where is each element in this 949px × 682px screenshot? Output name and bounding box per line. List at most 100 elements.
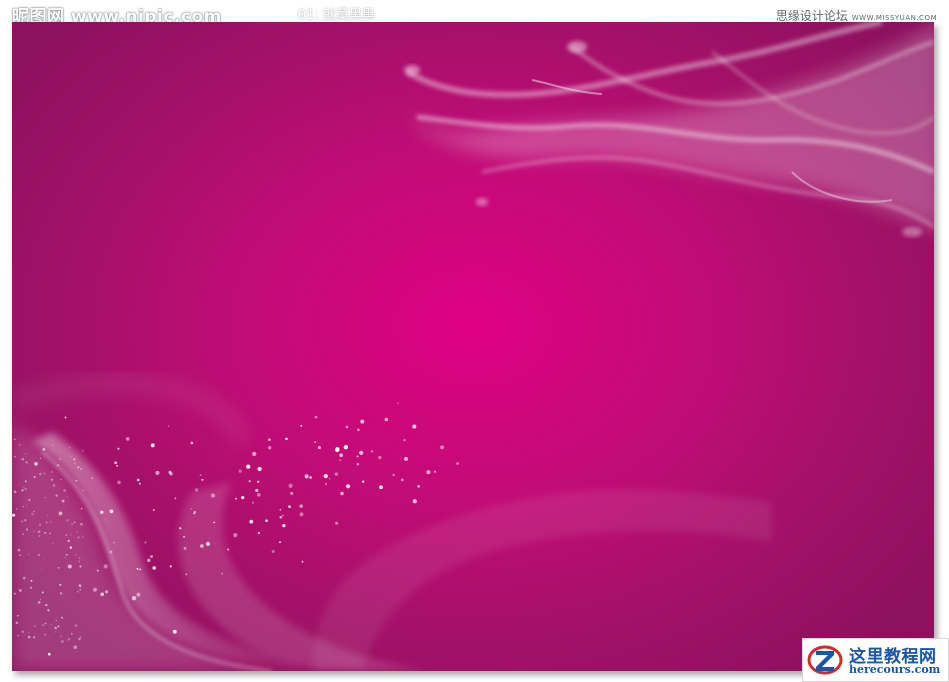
speckle-dot: [59, 592, 63, 595]
speckle-dot: [33, 625, 36, 628]
speckle-dot: [59, 458, 61, 460]
speckle-dot: [45, 521, 48, 524]
sparkle-dot: [105, 519, 107, 521]
speckle-dot: [77, 536, 80, 539]
sparkle-dot: [323, 473, 328, 479]
sparkle-dot: [210, 493, 216, 498]
speckle-dot: [81, 536, 84, 538]
speckle-dot: [38, 535, 41, 537]
speckle-dot: [75, 479, 78, 482]
speckle-dot: [52, 542, 54, 544]
sparkle-dot: [299, 512, 304, 517]
sparkle-dot: [249, 519, 254, 524]
sparkle-dot: [41, 591, 44, 594]
sparkle-dot: [279, 509, 282, 511]
speckle-dot: [39, 457, 42, 460]
speckle-dot: [43, 472, 46, 475]
sparkle-dot: [155, 470, 160, 475]
speckle-dot: [24, 519, 27, 522]
speckle-dot: [24, 480, 27, 483]
speckle-dot: [78, 560, 80, 563]
sparkle-dot: [174, 497, 177, 500]
sparkle-dot: [152, 508, 155, 512]
speckle-dot: [55, 494, 58, 497]
speckle-dot: [67, 637, 71, 641]
speckle-dot: [37, 530, 41, 534]
sparkle-dot: [268, 446, 272, 450]
speckle-dot: [46, 604, 48, 606]
sparkle-dot: [440, 445, 445, 450]
sparkle-dot: [14, 438, 16, 440]
wave-swoosh-bottom-left: [12, 373, 772, 671]
sparkle-dot: [183, 535, 186, 538]
sparkle-dot: [34, 461, 38, 466]
speckle-dot: [17, 548, 21, 552]
speckle-dot: [16, 614, 19, 617]
sparkle-dot: [125, 437, 130, 441]
sparkle-dot: [392, 473, 395, 477]
speckle-dot: [24, 453, 27, 455]
sparkle-dot: [433, 470, 437, 473]
sparkle-dot: [139, 568, 142, 571]
sparkle-dot: [201, 478, 204, 481]
speckle-dot: [44, 622, 47, 625]
sparkle-dot: [168, 470, 172, 474]
speckle-dot: [82, 450, 84, 452]
sparkle-dot: [30, 579, 33, 582]
sparkle-dot: [271, 549, 275, 554]
speckle-dot: [13, 592, 17, 595]
sparkle-dot: [190, 508, 193, 510]
sparkle-dot: [384, 417, 389, 422]
sparkle-dot: [241, 495, 245, 500]
sparkle-dot: [109, 509, 114, 514]
sparkle-dot: [285, 437, 288, 441]
speckle-dot: [29, 586, 33, 589]
speckle-dot: [18, 443, 21, 446]
sparkle-dot: [246, 464, 251, 469]
missyuan-watermark-en: WWW.MISSYUAN.COM: [851, 14, 937, 22]
sparkle-dot: [379, 485, 383, 490]
sparkle-dot: [257, 493, 261, 497]
speckle-dot: [57, 566, 60, 569]
top-watermark-strip: 昵图网 www.nipic.com 01: 就莫黑黑 思缘设计论坛 WWW.MI…: [0, 0, 949, 27]
sparkle-dot: [105, 590, 109, 594]
sparkle-dot: [417, 485, 420, 488]
speckle-dot: [50, 623, 53, 626]
speckle-dot: [39, 472, 42, 476]
sparkle-dot: [199, 474, 202, 476]
speckle-dot: [22, 576, 26, 580]
speckle-dot: [28, 499, 31, 501]
speckle-dot: [42, 448, 46, 451]
speckle-dot: [73, 521, 76, 524]
speckle-dot: [44, 497, 46, 499]
sparkle-dot: [400, 478, 404, 482]
speckle-dot: [69, 455, 72, 457]
sparkle-dot: [179, 527, 182, 530]
speckle-dot: [79, 588, 82, 591]
sparkle-dot: [412, 499, 417, 504]
sparkle-dot: [359, 450, 364, 456]
sparkle-dot: [314, 441, 317, 444]
sparkle-dot: [403, 438, 406, 442]
speckle-dot: [16, 508, 18, 510]
speckle-dot: [69, 447, 71, 449]
sparkle-dot: [288, 505, 291, 509]
site-badge[interactable]: 这里教程网 herecours.com: [802, 638, 949, 682]
speckle-dot: [74, 624, 78, 627]
sparkle-dot: [103, 564, 108, 569]
speckle-dot: [44, 531, 47, 534]
sparkle-dot: [139, 482, 141, 485]
speckle-dot: [77, 590, 79, 593]
speckle-dot: [64, 556, 67, 559]
sparkle-dot: [325, 483, 327, 485]
sparkle-dot: [172, 629, 177, 634]
sparkle-dot: [370, 450, 374, 453]
speckle-dot: [47, 609, 50, 612]
speckle-dot: [44, 633, 46, 636]
sparkle-dot: [150, 555, 153, 558]
speckle-dot: [57, 625, 60, 628]
sparkle-dot: [290, 491, 294, 495]
speckle-dot: [76, 531, 78, 534]
speckle-dot: [60, 478, 62, 481]
speckle-dot: [65, 554, 68, 556]
